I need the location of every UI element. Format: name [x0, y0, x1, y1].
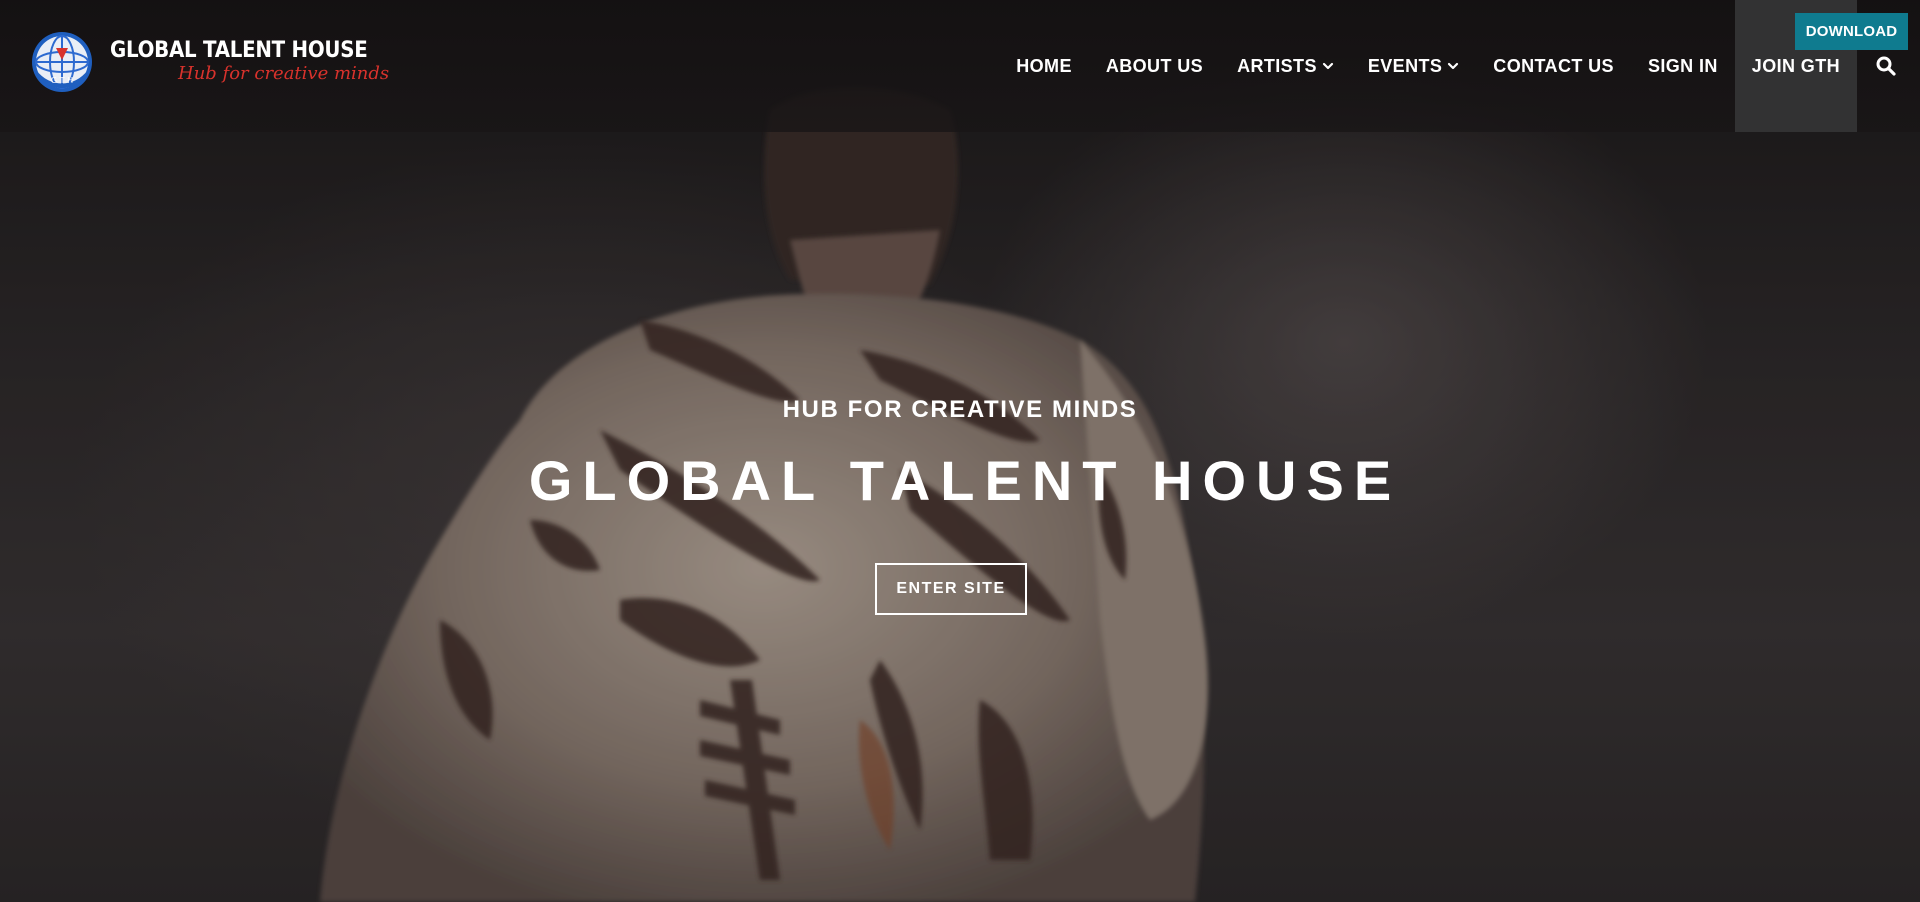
nav-item-label: JOIN GTH — [1751, 55, 1840, 76]
nav-item-label: CONTACT US — [1493, 55, 1614, 76]
nav-item-artists[interactable]: ARTISTS — [1220, 0, 1351, 132]
nav-item-label: EVENTS — [1367, 55, 1443, 76]
logo-title: GLOBAL TALENT HOUSE — [110, 38, 368, 63]
nav-item-events[interactable]: EVENTS — [1351, 0, 1476, 132]
nav-item-label: HOME — [1016, 55, 1072, 76]
nav-item-contact-us[interactable]: CONTACT US — [1476, 0, 1631, 132]
logo-globe-text: G T H — [51, 76, 73, 85]
nav-item-sign-in[interactable]: SIGN IN — [1631, 0, 1735, 132]
enter-site-button[interactable]: ENTER SITE — [875, 563, 1027, 615]
nav-item-about-us[interactable]: ABOUT US — [1089, 0, 1220, 132]
globe-logo-icon: G T H — [32, 32, 92, 92]
site-logo[interactable]: G T H GLOBAL TALENT HOUSE Hub for creati… — [30, 30, 396, 94]
download-button[interactable]: DOWNLOAD — [1795, 13, 1908, 50]
nav-item-label: SIGN IN — [1647, 55, 1718, 76]
nav-item-label: ARTISTS — [1237, 55, 1317, 76]
hero-subtitle: HUB FOR CREATIVE MINDS — [782, 396, 1138, 423]
logo-tagline: Hub for creative minds — [178, 63, 390, 84]
site-header: G T H GLOBAL TALENT HOUSE Hub for creati… — [0, 0, 1920, 132]
search-icon — [1876, 56, 1896, 76]
main-nav: HOME ABOUT US ARTISTS EVENTS CONTACT US … — [999, 0, 1920, 132]
hero-title: GLOBAL TALENT HOUSE — [528, 449, 1402, 512]
chevron-down-icon — [1322, 62, 1333, 70]
nav-item-label: ABOUT US — [1105, 55, 1204, 76]
chevron-down-icon — [1448, 62, 1459, 70]
nav-item-home[interactable]: HOME — [999, 0, 1089, 132]
